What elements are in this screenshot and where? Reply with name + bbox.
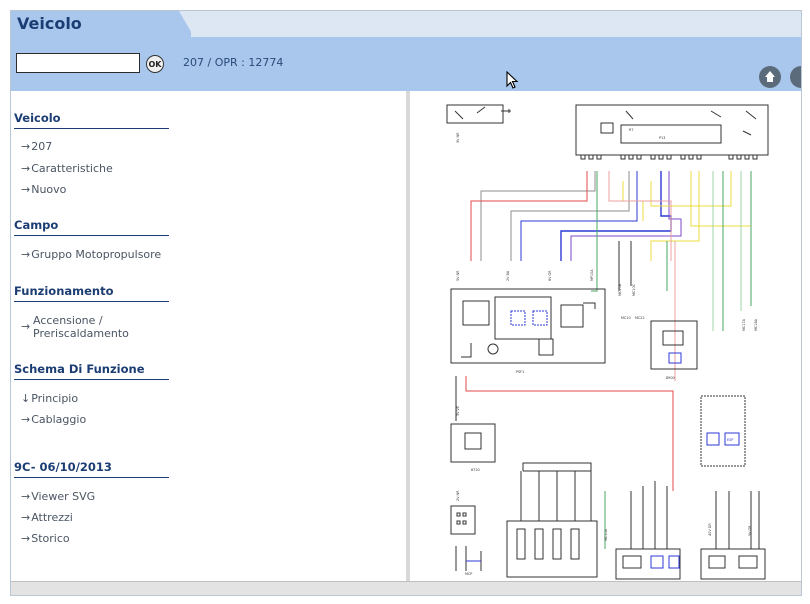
right-arrow-icon: → [21, 162, 31, 175]
right-arrow-icon: → [21, 140, 31, 153]
header-tab-strip [191, 11, 801, 37]
section-divider [14, 379, 169, 380]
right-arrow-icon: → [21, 490, 31, 503]
connector-code: MC10C [632, 283, 636, 296]
relay-box [446, 104, 504, 124]
sidebar-item-storico[interactable]: →Storico [21, 532, 70, 545]
esp-label: ESP [727, 438, 733, 442]
esp-module [700, 395, 746, 467]
module-8900-label: 8900 [666, 376, 675, 380]
app-window: Veicolo OK 207 / OPR : 12774 Veicolo →20… [10, 10, 802, 596]
sidebar-item-label: Gruppo Motopropulsore [31, 248, 162, 261]
wire-code: 3V NR [456, 132, 460, 143]
ecu-top-sub-label: P13 [659, 136, 665, 140]
sidebar-item-principio[interactable]: ↓Principio [21, 392, 78, 405]
connector-code: MC10A [604, 528, 608, 541]
wire-code: 6V GR [548, 270, 552, 281]
sidebar-item-label: Storico [31, 532, 70, 545]
panel-splitter[interactable] [406, 91, 410, 595]
wire-code: 2V BA [506, 270, 510, 281]
right-arrow-icon: → [21, 320, 31, 333]
sidebar-item-viewer-svg[interactable]: →Viewer SVG [21, 490, 95, 503]
header-bar: Veicolo OK 207 / OPR : 12774 [11, 11, 801, 91]
connector-code: MC17A [742, 318, 746, 331]
sidebar-item-label: Viewer SVG [31, 490, 96, 503]
sidebar-item-gruppo-motopropulsore[interactable]: →Gruppo Motopropulsore [21, 248, 161, 261]
connector-code: MC22 [635, 316, 645, 320]
down-arrow-icon: ↓ [21, 392, 31, 405]
section-title-campo: Campo [14, 218, 59, 232]
section-title-version: 9C- 06/10/2013 [14, 460, 112, 474]
sidebar-item-label: Principio [31, 392, 79, 405]
page-title: Veicolo [17, 14, 82, 33]
section-title-funzionamento: Funzionamento [14, 284, 114, 298]
sidebar-item-207[interactable]: →207 [21, 140, 52, 153]
section-divider [14, 235, 169, 236]
sidebar-item-label: 207 [31, 140, 53, 153]
sidebar-item-attrezzi[interactable]: →Attrezzi [21, 511, 73, 524]
connector-code: MC10B [618, 283, 622, 296]
wire-code: 2V NR [456, 490, 460, 501]
module-8720-label: 8720 [471, 468, 480, 472]
connector-caption: MCP [465, 572, 472, 576]
search-input[interactable] [16, 53, 140, 73]
sidebar-item-accensione[interactable]: → Accensione / Preriscaldamento [21, 314, 151, 340]
connector-block [450, 505, 476, 535]
wire-code: 5V NR [456, 270, 460, 281]
breadcrumb: 207 / OPR : 12774 [183, 56, 284, 69]
wire-code: 40V GR [708, 523, 712, 536]
module-psf1 [450, 288, 606, 364]
sidebar-item-label: Attrezzi [31, 511, 73, 524]
sidebar-item-label: Cablaggio [31, 413, 87, 426]
right-arrow-icon: → [21, 511, 31, 524]
section-divider [14, 301, 169, 302]
sidebar-item-cablaggio[interactable]: →Cablaggio [21, 413, 86, 426]
section-divider [14, 128, 169, 129]
right-arrow-icon: → [21, 532, 31, 545]
wiring-diagram[interactable]: R7 P13 PSF1 8900 8720 8400 MCP ESP 3V NR… [411, 91, 801, 586]
sidebar-item-label: Nuovo [31, 183, 67, 196]
connector-code: MP10A [590, 269, 594, 281]
module-bottom-mid [615, 548, 681, 580]
sidebar-item-label: Accensione / Preriscaldamento [33, 314, 129, 340]
sidebar-item-nuovo[interactable]: →Nuovo [21, 183, 66, 196]
status-bar [11, 581, 801, 595]
section-title-schema: Schema Di Funzione [14, 362, 145, 376]
ecu-top-label: R7 [629, 128, 634, 132]
sidebar-item-caratteristiche[interactable]: →Caratteristiche [21, 162, 113, 175]
module-8720 [450, 423, 496, 463]
connector-code: MC18A [754, 318, 758, 331]
right-arrow-icon: → [21, 248, 31, 261]
ecu-top [575, 104, 769, 156]
right-arrow-icon: → [21, 413, 31, 426]
menu-button[interactable] [790, 66, 801, 88]
home-icon[interactable] [759, 66, 781, 88]
section-divider [14, 477, 169, 478]
wiring-diagram-svg[interactable]: R7 P13 PSF1 8900 8720 8400 MCP ESP 3V NR… [411, 91, 801, 586]
module-8400 [700, 548, 766, 580]
wire-code: 5V GR [748, 525, 752, 536]
sidebar: Veicolo →207 →Caratteristiche →Nuovo Cam… [11, 91, 181, 595]
ok-button[interactable]: OK [146, 55, 164, 73]
wire-code: 3V VE [456, 406, 460, 416]
right-arrow-icon: → [21, 183, 31, 196]
sidebar-item-label: Caratteristiche [31, 162, 113, 175]
psf1-label: PSF1 [516, 370, 524, 374]
connector-code: MC10 [621, 316, 631, 320]
section-title-veicolo: Veicolo [14, 111, 61, 125]
